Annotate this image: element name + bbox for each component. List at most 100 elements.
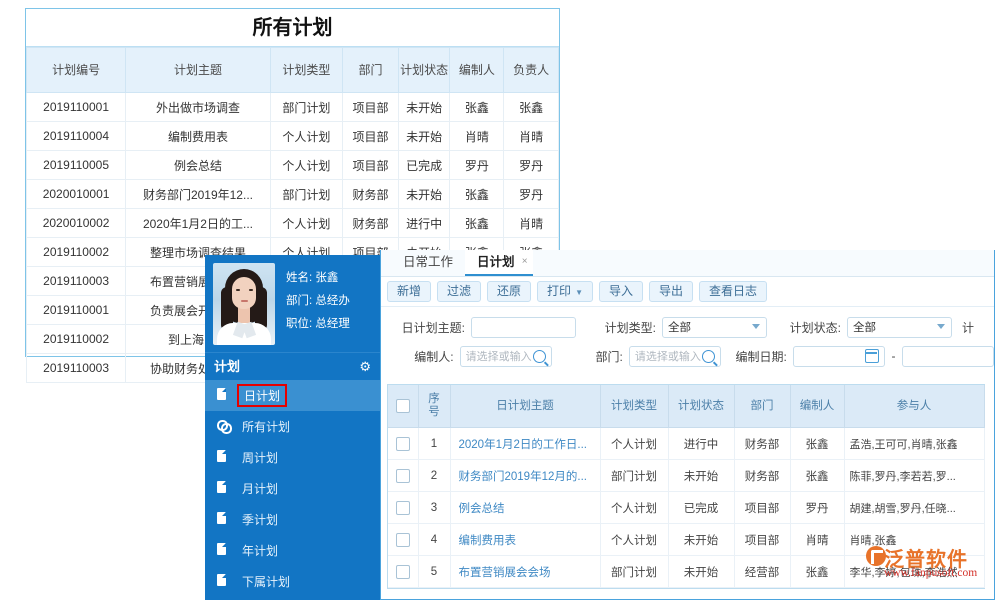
- cell-participants: 李华,李婷,包珠,李浩然: [844, 556, 984, 588]
- table-cell: 财务部: [343, 209, 399, 238]
- sidebar-item-1[interactable]: 所有计划: [205, 411, 380, 442]
- col-header-plan-status[interactable]: 计划状态: [668, 385, 734, 428]
- view-log-button[interactable]: 查看日志: [699, 281, 767, 302]
- creator-input[interactable]: 请选择或输入: [460, 346, 552, 367]
- plan-status-select[interactable]: 全部: [847, 317, 952, 338]
- table-cell: 2020010001: [27, 180, 126, 209]
- sidebar-item-3[interactable]: 月计划: [205, 473, 380, 504]
- sidebar-item-6[interactable]: 下属计划: [205, 566, 380, 597]
- table-cell: 个人计划: [270, 209, 342, 238]
- col-header-plan-no[interactable]: 计划编号: [27, 48, 126, 93]
- restore-button[interactable]: 还原: [487, 281, 531, 302]
- table-row[interactable]: 12020年1月2日的工作日...个人计划进行中财务部张鑫孟浩,王可可,肖晴,张…: [388, 428, 984, 460]
- col-header-owner[interactable]: 负责人: [504, 48, 559, 93]
- dept-input[interactable]: 请选择或输入: [629, 346, 721, 367]
- creator-placeholder: 请选择或输入: [466, 348, 532, 364]
- cell-subject[interactable]: 编制费用表: [450, 524, 600, 556]
- select-all-header[interactable]: [388, 385, 418, 428]
- search-icon[interactable]: [702, 350, 715, 363]
- cell-participants: 胡建,胡雪,罗丹,任晓...: [844, 492, 984, 524]
- cell-subject[interactable]: 财务部门2019年12月的...: [450, 460, 600, 492]
- chevron-down-icon: [937, 324, 945, 329]
- table-cell: 编制费用表: [126, 122, 271, 151]
- import-button[interactable]: 导入: [599, 281, 643, 302]
- col-header-plan-status[interactable]: 计划状态: [398, 48, 450, 93]
- row-checkbox-cell[interactable]: [388, 460, 418, 492]
- avatar: [213, 263, 275, 345]
- tab-daily-work[interactable]: 日常工作: [391, 250, 465, 276]
- row-checkbox-cell[interactable]: [388, 556, 418, 588]
- table-row[interactable]: 3例会总结个人计划已完成项目部罗丹胡建,胡雪,罗丹,任晓...: [388, 492, 984, 524]
- cell-plan-status: 已完成: [668, 492, 734, 524]
- subject-input[interactable]: [471, 317, 576, 338]
- day-plan-grid: 序 号 日计划主题 计划类型 计划状态 部门 编制人 参与人 12020年1月2…: [387, 384, 985, 589]
- col-header-plan-type[interactable]: 计划类型: [600, 385, 668, 428]
- table-row[interactable]: 2019110004编制费用表个人计划项目部未开始肖晴肖晴: [27, 122, 559, 151]
- table-row[interactable]: 2020010001财务部门2019年12...部门计划财务部未开始张鑫罗丹: [27, 180, 559, 209]
- cell-plan-status: 进行中: [668, 428, 734, 460]
- cell-plan-status: 未开始: [668, 556, 734, 588]
- col-header-dept[interactable]: 部门: [343, 48, 399, 93]
- date-range-separator: -: [888, 349, 898, 363]
- create-date-from-input[interactable]: [793, 346, 885, 367]
- cell-subject[interactable]: 布置营销展会会场: [450, 556, 600, 588]
- add-button[interactable]: 新增: [387, 281, 431, 302]
- cell-creator: 张鑫: [790, 428, 844, 460]
- select-all-checkbox[interactable]: [396, 399, 410, 413]
- cell-plan-type: 个人计划: [600, 428, 668, 460]
- col-header-plan-subject[interactable]: 计划主题: [126, 48, 271, 93]
- table-cell: 2019110003: [27, 267, 126, 296]
- col-header-dept[interactable]: 部门: [734, 385, 790, 428]
- cell-dept: 财务部: [734, 428, 790, 460]
- cell-seq: 5: [418, 556, 450, 588]
- sidebar-item-label: 月计划: [237, 479, 283, 498]
- sidebar-header-label: 计划: [214, 353, 240, 380]
- cell-plan-type: 个人计划: [600, 492, 668, 524]
- table-row[interactable]: 4编制费用表个人计划未开始项目部肖晴肖晴,张鑫: [388, 524, 984, 556]
- gear-icon[interactable]: ⚙: [359, 353, 371, 380]
- chevron-down-icon: ▼: [575, 288, 583, 297]
- col-header-seq[interactable]: 序 号: [418, 385, 450, 428]
- col-header-participants[interactable]: 参与人: [844, 385, 984, 428]
- table-row[interactable]: 5布置营销展会会场部门计划未开始经营部张鑫李华,李婷,包珠,李浩然: [388, 556, 984, 588]
- plan-type-label: 计划类型:: [588, 319, 656, 336]
- row-checkbox-cell[interactable]: [388, 492, 418, 524]
- print-button[interactable]: 打印▼: [537, 281, 593, 302]
- sidebar-item-2[interactable]: 周计划: [205, 442, 380, 473]
- table-cell: 2020年1月2日的工...: [126, 209, 271, 238]
- cell-subject[interactable]: 例会总结: [450, 492, 600, 524]
- create-date-to-input[interactable]: [902, 346, 994, 367]
- cell-plan-type: 部门计划: [600, 460, 668, 492]
- sidebar-item-5[interactable]: 年计划: [205, 535, 380, 566]
- close-icon[interactable]: ×: [522, 250, 528, 274]
- plan-type-select[interactable]: 全部: [662, 317, 767, 338]
- cell-subject[interactable]: 2020年1月2日的工作日...: [450, 428, 600, 460]
- subject-label: 日计划主题:: [381, 319, 465, 336]
- grid-header-row: 序 号 日计划主题 计划类型 计划状态 部门 编制人 参与人: [388, 385, 984, 428]
- plan-status-label: 计划状态:: [779, 319, 841, 336]
- col-header-plan-type[interactable]: 计划类型: [270, 48, 342, 93]
- row-checkbox[interactable]: [396, 501, 410, 515]
- table-row[interactable]: 2019110001外出做市场调查部门计划项目部未开始张鑫张鑫: [27, 93, 559, 122]
- sidebar-item-label: 年计划: [237, 541, 283, 560]
- sidebar-item-0[interactable]: 日计划: [205, 380, 380, 411]
- row-checkbox[interactable]: [396, 469, 410, 483]
- table-row[interactable]: 20200100022020年1月2日的工...个人计划财务部进行中张鑫肖晴: [27, 209, 559, 238]
- table-cell: 未开始: [398, 93, 450, 122]
- row-checkbox-cell[interactable]: [388, 428, 418, 460]
- row-checkbox-cell[interactable]: [388, 524, 418, 556]
- tab-day-plan[interactable]: 日计划 ×: [465, 250, 533, 276]
- export-button[interactable]: 导出: [649, 281, 693, 302]
- row-checkbox[interactable]: [396, 565, 410, 579]
- table-row[interactable]: 2财务部门2019年12月的...部门计划未开始财务部张鑫陈菲,罗丹,李若若,罗…: [388, 460, 984, 492]
- search-icon[interactable]: [533, 350, 546, 363]
- col-header-creator[interactable]: 编制人: [450, 48, 504, 93]
- table-row[interactable]: 2019110005例会总结个人计划项目部已完成罗丹罗丹: [27, 151, 559, 180]
- calendar-icon[interactable]: [865, 349, 879, 363]
- filter-button[interactable]: 过滤: [437, 281, 481, 302]
- col-header-creator[interactable]: 编制人: [790, 385, 844, 428]
- row-checkbox[interactable]: [396, 533, 410, 547]
- col-header-day-plan-subject[interactable]: 日计划主题: [450, 385, 600, 428]
- sidebar-item-4[interactable]: 季计划: [205, 504, 380, 535]
- row-checkbox[interactable]: [396, 437, 410, 451]
